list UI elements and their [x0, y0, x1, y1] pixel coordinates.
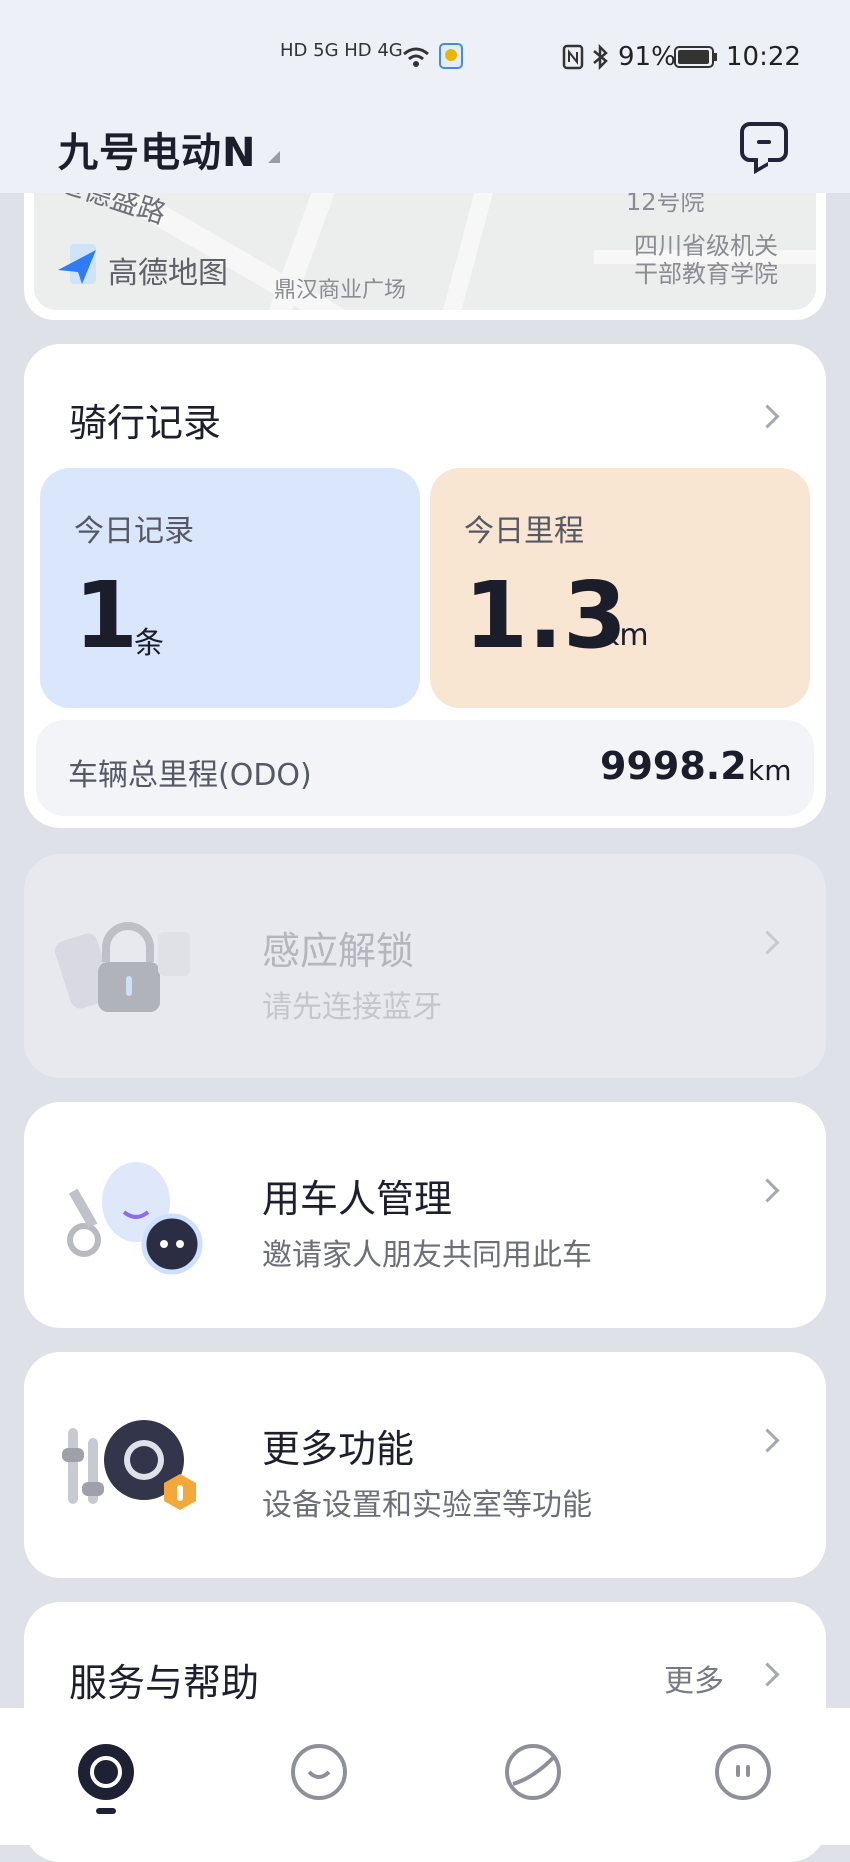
- vehicle-title[interactable]: 九号电动N: [58, 120, 256, 178]
- chevron-right-icon: [755, 930, 780, 955]
- user-management-subtitle: 邀请家人朋友共同用此车: [262, 1238, 592, 1273]
- today-records-value: 1: [74, 562, 139, 669]
- today-mileage-unit: km: [602, 618, 649, 653]
- settings-icon: [54, 1398, 214, 1538]
- service-help-title: 服务与帮助: [69, 1661, 260, 1705]
- chevron-right-icon[interactable]: [755, 1178, 780, 1203]
- map-label: 鼎汉商业广场: [274, 278, 407, 303]
- battery-icon: [674, 46, 718, 68]
- user-management-card[interactable]: 用车人管理 邀请家人朋友共同用此车: [24, 1102, 826, 1328]
- map-label: 12号院: [626, 190, 705, 216]
- more-features-title: 更多功能: [262, 1427, 415, 1471]
- network-status: HD 5G HD 4G: [280, 40, 403, 61]
- clock: 10:22: [726, 42, 801, 72]
- map-view[interactable]: 道德盛路 12号院 四川省级机关 干部教育学院 鼎汉商业广场 高德地图: [34, 190, 816, 310]
- caret-down-icon[interactable]: [268, 151, 280, 163]
- today-records-label: 今日记录: [74, 514, 194, 549]
- map-label: 道德盛路: [53, 190, 170, 231]
- user-key-icon: [54, 1148, 214, 1288]
- nfc-bluetooth-icon: [562, 43, 622, 71]
- ride-record-card[interactable]: 骑行记录 今日记录 1 条 今日里程 1.3 km 车辆总里程(ODO) 999…: [24, 344, 826, 828]
- battery-percent: 91%: [618, 42, 676, 72]
- lock-icon: [54, 906, 204, 1026]
- odo-label: 车辆总里程(ODO): [68, 758, 312, 793]
- chat-icon[interactable]: [291, 1744, 347, 1800]
- chevron-right-icon[interactable]: [755, 1662, 780, 1687]
- home-icon[interactable]: [78, 1744, 134, 1800]
- proximity-unlock-card[interactable]: 感应解锁 请先连接蓝牙: [24, 854, 826, 1078]
- more-features-subtitle: 设备设置和实验室等功能: [262, 1488, 592, 1523]
- amap-logo-icon: [56, 242, 100, 286]
- wifi-icon: [400, 42, 464, 70]
- chevron-right-icon[interactable]: [755, 1428, 780, 1453]
- map-label: 干部教育学院: [634, 260, 778, 288]
- today-records-unit: 条: [134, 626, 164, 661]
- chevron-right-icon[interactable]: [755, 404, 780, 429]
- bottom-nav: [0, 1708, 850, 1845]
- proximity-unlock-title: 感应解锁: [262, 929, 415, 973]
- service-more-link[interactable]: 更多: [664, 1656, 724, 1700]
- active-indicator: [96, 1808, 116, 1814]
- odo-unit: km: [748, 754, 792, 787]
- app-header: HD 5G HD 4G 91% 10:22 九号电动N: [0, 0, 850, 193]
- odo-row: 车辆总里程(ODO) 9998.2 km: [36, 720, 814, 816]
- profile-icon[interactable]: [715, 1744, 771, 1800]
- map-provider: 高德地图: [108, 256, 228, 291]
- ride-record-title: 骑行记录: [69, 401, 222, 445]
- message-icon[interactable]: [740, 122, 788, 162]
- user-management-title: 用车人管理: [262, 1177, 453, 1221]
- odo-value: 9998.2: [600, 744, 747, 788]
- discover-icon[interactable]: [505, 1744, 561, 1800]
- today-records-tile[interactable]: 今日记录 1 条: [40, 468, 420, 708]
- today-mileage-tile[interactable]: 今日里程 1.3 km: [430, 468, 810, 708]
- more-features-card[interactable]: 更多功能 设备设置和实验室等功能: [24, 1352, 826, 1578]
- today-mileage-label: 今日里程: [464, 514, 584, 549]
- proximity-unlock-subtitle: 请先连接蓝牙: [262, 990, 442, 1025]
